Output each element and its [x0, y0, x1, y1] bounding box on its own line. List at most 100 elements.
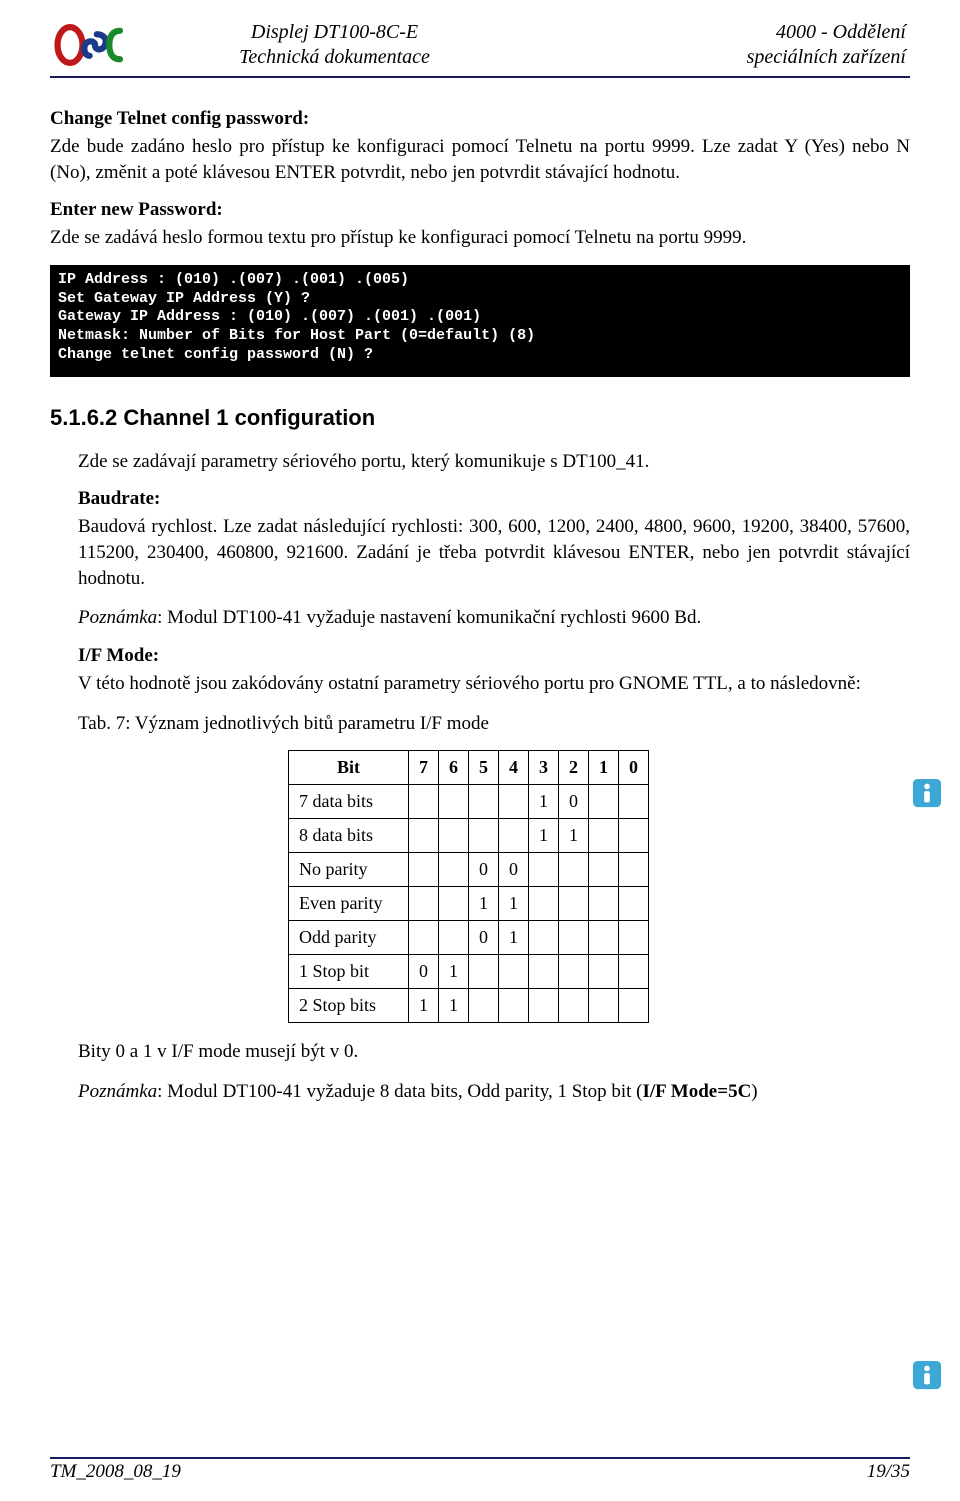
- paragraph-ifmode: V této hodnotě jsou zakódovány ostatní p…: [78, 671, 910, 697]
- table-cell: [409, 887, 439, 921]
- table-caption: Tab. 7: Význam jednotlivých bitů paramet…: [78, 711, 910, 737]
- table-cell: [589, 921, 619, 955]
- table-cell: 0: [499, 853, 529, 887]
- table-row: 2 Stop bits11: [289, 989, 649, 1023]
- table-cell: [559, 989, 589, 1023]
- table-row: No parity 00: [289, 853, 649, 887]
- header-left: Displej DT100-8C-E Technická dokumentace: [144, 20, 525, 70]
- note-ifmode-text: : Modul DT100-41 vyžaduje 8 data bits, O…: [157, 1081, 642, 1102]
- table-cell: 1: [529, 819, 559, 853]
- table-cell: [589, 887, 619, 921]
- paragraph-bits01: Bity 0 a 1 v I/F mode musejí být v 0.: [78, 1039, 910, 1065]
- info-icon: [912, 1360, 942, 1390]
- table-cell: [589, 819, 619, 853]
- table-cell: [529, 921, 559, 955]
- header-left-line2: Technická dokumentace: [144, 45, 525, 70]
- table-cell: 1: [439, 989, 469, 1023]
- table-cell: [409, 853, 439, 887]
- page-header: Displej DT100-8C-E Technická dokumentace…: [50, 20, 910, 78]
- table-cell: [619, 887, 649, 921]
- table-cell: [439, 921, 469, 955]
- table-cell: 1: [499, 921, 529, 955]
- table-ifmode: Bit76543210 7 data bits108 data bits11No…: [288, 750, 649, 1023]
- table-row: Even parity 11: [289, 887, 649, 921]
- note-ifmode-bold: I/F Mode=5C: [642, 1081, 751, 1102]
- table-row-label: Even parity: [289, 887, 409, 921]
- table-cell: 0: [469, 921, 499, 955]
- table-cell: [559, 853, 589, 887]
- table-cell: [499, 989, 529, 1023]
- note-baudrate: Poznámka: Modul DT100-41 vyžaduje nastav…: [78, 605, 910, 631]
- paragraph-enter-password: Zde se zadává heslo formou textu pro pří…: [50, 225, 910, 251]
- page-body: Change Telnet config password: Zde bude …: [50, 108, 910, 1104]
- table-header-cell: 6: [439, 751, 469, 785]
- table-cell: [469, 819, 499, 853]
- heading-baudrate: Baudrate:: [78, 488, 910, 510]
- note-ifmode: Poznámka: Modul DT100-41 vyžaduje 8 data…: [78, 1079, 910, 1105]
- footer-right: 19/35: [867, 1461, 910, 1483]
- header-left-line1: Displej DT100-8C-E: [144, 20, 525, 45]
- table-cell: [589, 989, 619, 1023]
- page-footer: TM_2008_08_19 19/35: [50, 1457, 910, 1483]
- terminal-output: IP Address : (010) .(007) .(001) .(005) …: [50, 265, 910, 377]
- table-header-cell: 7: [409, 751, 439, 785]
- note-ifmode-close: ): [751, 1081, 757, 1102]
- table-cell: [619, 921, 649, 955]
- table-row: 1 Stop bit01: [289, 955, 649, 989]
- table-cell: [529, 989, 559, 1023]
- header-right-line1: 4000 - Oddělení: [525, 20, 906, 45]
- paragraph-baudrate: Baudová rychlost. Lze zadat následující …: [78, 514, 910, 591]
- table-cell: [469, 785, 499, 819]
- table-cell: [499, 785, 529, 819]
- info-icon: [912, 778, 942, 808]
- table-header-cell: 5: [469, 751, 499, 785]
- company-logo: [50, 20, 140, 70]
- table-cell: [439, 785, 469, 819]
- header-right: 4000 - Oddělení speciálních zařízení: [525, 20, 910, 70]
- table-header-cell: 0: [619, 751, 649, 785]
- table-header-cell: 2: [559, 751, 589, 785]
- table-cell: [499, 955, 529, 989]
- table-cell: [529, 887, 559, 921]
- table-cell: [409, 921, 439, 955]
- table-cell: [619, 785, 649, 819]
- note-label: Poznámka: [78, 607, 157, 628]
- table-row: 7 data bits 10: [289, 785, 649, 819]
- heading-ifmode: I/F Mode:: [78, 645, 910, 667]
- table-header-cell: 4: [499, 751, 529, 785]
- table-cell: [439, 819, 469, 853]
- table-cell: 1: [559, 819, 589, 853]
- table-header-cell: Bit: [289, 751, 409, 785]
- heading-change-telnet: Change Telnet config password:: [50, 108, 910, 130]
- table-cell: 1: [469, 887, 499, 921]
- table-row-label: 7 data bits: [289, 785, 409, 819]
- table-cell: [559, 921, 589, 955]
- note-baudrate-text: : Modul DT100-41 vyžaduje nastavení komu…: [157, 607, 701, 628]
- table-row-label: 8 data bits: [289, 819, 409, 853]
- table-cell: [559, 887, 589, 921]
- table-cell: [469, 955, 499, 989]
- table-cell: 1: [409, 989, 439, 1023]
- table-cell: 0: [469, 853, 499, 887]
- table-cell: [529, 853, 559, 887]
- table-header-cell: 1: [589, 751, 619, 785]
- table-cell: [619, 955, 649, 989]
- table-cell: [589, 785, 619, 819]
- table-cell: [439, 887, 469, 921]
- table-row-label: No parity: [289, 853, 409, 887]
- table-cell: 1: [499, 887, 529, 921]
- heading-enter-password: Enter new Password:: [50, 199, 910, 221]
- table-row-label: 1 Stop bit: [289, 955, 409, 989]
- note-label-2: Poznámka: [78, 1081, 157, 1102]
- table-cell: 1: [529, 785, 559, 819]
- table-cell: [409, 819, 439, 853]
- paragraph-channel1-intro: Zde se zadávají parametry sériového port…: [78, 449, 910, 475]
- table-cell: [589, 853, 619, 887]
- table-cell: [559, 955, 589, 989]
- section-heading-channel1: 5.1.6.2 Channel 1 configuration: [50, 405, 910, 431]
- table-cell: [469, 989, 499, 1023]
- table-cell: [589, 955, 619, 989]
- table-cell: [619, 819, 649, 853]
- footer-left: TM_2008_08_19: [50, 1461, 181, 1483]
- table-cell: 0: [559, 785, 589, 819]
